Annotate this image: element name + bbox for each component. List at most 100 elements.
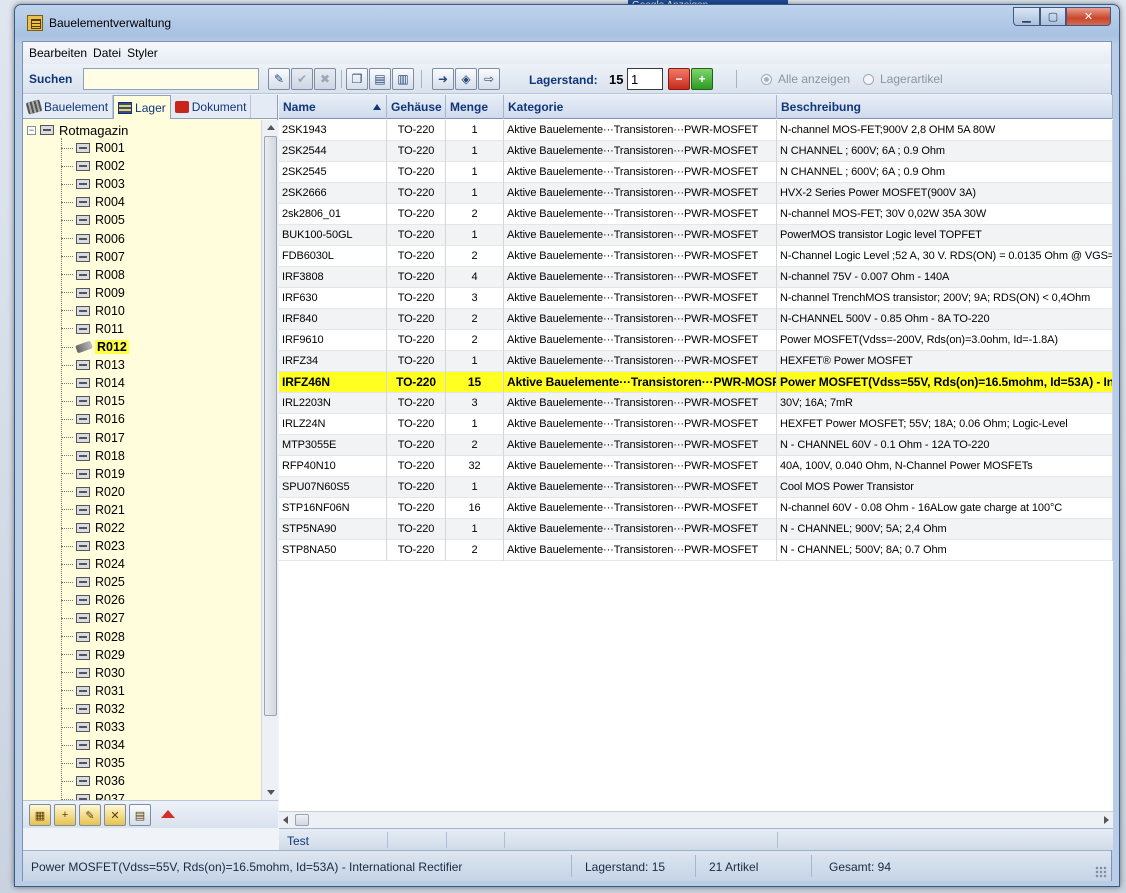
table-row[interactable]: 2SK2545 TO-220 1 Aktive Bauelemente···Trans…	[279, 162, 1113, 183]
table-row[interactable]: STP5NA90 TO-220 1 Aktive Bauelemente···Tran…	[279, 519, 1113, 540]
move-to-stock-icon[interactable]: ⇨	[478, 68, 500, 90]
table-row[interactable]: IRL2203N TO-220 3 Aktive Bauelemente···Tran…	[279, 393, 1113, 414]
table-row[interactable]: IRFZ34 TO-220 1 Aktive Bauelemente···Transi…	[279, 351, 1113, 372]
table-row[interactable]: SPU07N60S5 TO-220 1 Aktive Bauelemente···Tr…	[279, 477, 1113, 498]
tree-item-r012[interactable]: R012	[61, 338, 129, 356]
radio-stock-items[interactable]	[863, 74, 874, 85]
menu-bearbeiten[interactable]: Bearbeiten	[29, 46, 87, 60]
column-header-beschreibung[interactable]: Beschreibung	[777, 95, 1113, 119]
menu-styler[interactable]: Styler	[127, 46, 158, 60]
table-row[interactable]: BUK100-50GL TO-220 1 Aktive Bauelemente···T…	[279, 225, 1113, 246]
tree-item-r006[interactable]: R006	[61, 229, 129, 247]
tree-item-r016[interactable]: R016	[61, 410, 129, 428]
column-header-gehaeuse[interactable]: Gehäuse	[387, 95, 446, 119]
scroll-right-icon[interactable]	[1104, 816, 1109, 824]
table-row[interactable]: STP8NA50 TO-220 2 Aktive Bauelemente···Tran…	[279, 540, 1113, 561]
tree-item-r005[interactable]: R005	[61, 211, 129, 229]
add-folder-icon[interactable]: +	[54, 804, 76, 826]
scroll-down-icon[interactable]	[267, 790, 275, 795]
grid-horizontal-scrollbar[interactable]	[279, 811, 1113, 828]
tree-item-r027[interactable]: R027	[61, 609, 129, 627]
table-row[interactable]: FDB6030L TO-220 2 Aktive Bauelemente···Tran…	[279, 246, 1113, 267]
table-row[interactable]: 2SK1943 TO-220 1 Aktive Bauelemente···Trans…	[279, 120, 1113, 141]
tree-root[interactable]: − Rotmagazin	[27, 121, 128, 139]
table-row[interactable]: 2SK2544 TO-220 1 Aktive Bauelemente···Trans…	[279, 141, 1113, 162]
stock-amount-input[interactable]	[627, 68, 663, 90]
tree-item-r034[interactable]: R034	[61, 736, 129, 754]
tree-view-icon[interactable]: ▦	[29, 804, 51, 826]
table-row[interactable]: IRLZ24N TO-220 1 Aktive Bauelemente···Trans…	[279, 414, 1113, 435]
table-row[interactable]: MTP3055E TO-220 2 Aktive Bauelemente···Tran…	[279, 435, 1113, 456]
tree-item-r018[interactable]: R018	[61, 447, 129, 465]
edit-folder-icon[interactable]: ✎	[79, 804, 101, 826]
edit-icon[interactable]: ✎	[268, 68, 290, 90]
tree-item-r020[interactable]: R020	[61, 483, 129, 501]
column-header-menge[interactable]: Menge	[446, 95, 504, 119]
tree-item-r037[interactable]: R037	[61, 790, 129, 800]
tab-lager[interactable]: Lager	[113, 95, 171, 119]
tree-item-r032[interactable]: R032	[61, 700, 129, 718]
scroll-up-icon[interactable]	[267, 125, 275, 130]
tree-item-r011[interactable]: R011	[61, 320, 129, 338]
shelf-tool-icon[interactable]: ▤	[129, 804, 151, 826]
export-icon[interactable]: ▤	[369, 68, 391, 90]
tree-item-r003[interactable]: R003	[61, 175, 129, 193]
move-up-icon[interactable]	[161, 810, 175, 818]
tree-item-r004[interactable]: R004	[61, 193, 129, 211]
table-row[interactable]: 2SK2666 TO-220 1 Aktive Bauelemente···Trans…	[279, 183, 1113, 204]
tree-item-r029[interactable]: R029	[61, 646, 129, 664]
tree-item-r009[interactable]: R009	[61, 284, 129, 302]
tree-item-r001[interactable]: R001	[61, 139, 129, 157]
tree-scroll-thumb[interactable]	[264, 136, 277, 716]
title-bar[interactable]: Bauelementverwaltung ▁ ▢ ✕	[15, 5, 1119, 41]
increase-stock-button[interactable]: +	[691, 68, 713, 90]
tree-item-r014[interactable]: R014	[61, 374, 129, 392]
import-icon[interactable]: ▥	[392, 68, 414, 90]
table-row[interactable]: IRF840 TO-220 2 Aktive Bauelemente···Transi…	[279, 309, 1113, 330]
tree-item-r007[interactable]: R007	[61, 248, 129, 266]
column-header-name[interactable]: Name	[279, 95, 387, 119]
tree-item-r036[interactable]: R036	[61, 772, 129, 790]
collapse-icon[interactable]: −	[27, 125, 36, 135]
table-row[interactable]: IRF9610 TO-220 2 Aktive Bauelemente···Trans…	[279, 330, 1113, 351]
tree-item-r024[interactable]: R024	[61, 555, 129, 573]
resize-grip-icon[interactable]	[1095, 866, 1107, 878]
table-row[interactable]: IRF630 TO-220 3 Aktive Bauelemente···Transi…	[279, 288, 1113, 309]
radio-show-all-label[interactable]: Alle anzeigen	[778, 72, 850, 86]
tree-item-r015[interactable]: R015	[61, 392, 129, 410]
tree-item-r013[interactable]: R013	[61, 356, 129, 374]
tree-item-r026[interactable]: R026	[61, 591, 129, 609]
decrease-stock-button[interactable]: −	[668, 68, 690, 90]
copy-icon[interactable]: ❐	[346, 68, 368, 90]
tree-item-r019[interactable]: R019	[61, 465, 129, 483]
document-arrow-icon[interactable]: ➜	[432, 68, 454, 90]
tree-item-r025[interactable]: R025	[61, 573, 129, 591]
confirm-icon[interactable]: ✔	[291, 68, 313, 90]
tab-dokument[interactable]: Dokument	[171, 95, 252, 118]
tree-item-r022[interactable]: R022	[61, 519, 129, 537]
menu-datei[interactable]: Datei	[93, 46, 121, 60]
tree-item-r010[interactable]: R010	[61, 302, 129, 320]
cancel-icon[interactable]: ✖	[314, 68, 336, 90]
table-row[interactable]: RFP40N10 TO-220 32 Aktive Bauelemente···Tra…	[279, 456, 1113, 477]
tree-item-r035[interactable]: R035	[61, 754, 129, 772]
table-row[interactable]: STP16NF06N TO-220 16 Aktive Bauelemente···T…	[279, 498, 1113, 519]
table-row[interactable]: 2sk2806_01 TO-220 2 Aktive Bauelemente···Tr…	[279, 204, 1113, 225]
scroll-left-icon[interactable]	[283, 816, 288, 824]
tree-item-r031[interactable]: R031	[61, 682, 129, 700]
delete-folder-icon[interactable]: ✕	[104, 804, 126, 826]
tree-item-r017[interactable]: R017	[61, 429, 129, 447]
minimize-button[interactable]: ▁	[1013, 7, 1040, 26]
tree-item-r008[interactable]: R008	[61, 266, 129, 284]
tree-item-r030[interactable]: R030	[61, 664, 129, 682]
radio-show-all[interactable]	[761, 74, 772, 85]
radio-stock-items-label[interactable]: Lagerartikel	[880, 72, 943, 86]
tree-item-r021[interactable]: R021	[61, 501, 129, 519]
tree-item-r023[interactable]: R023	[61, 537, 129, 555]
close-button[interactable]: ✕	[1066, 7, 1111, 26]
table-row[interactable]: IRFZ46N TO-220 15 Aktive Bauelemente···Tran…	[279, 372, 1113, 393]
table-row[interactable]: IRF3808 TO-220 4 Aktive Bauelemente···Trans…	[279, 267, 1113, 288]
tree-item-r033[interactable]: R033	[61, 718, 129, 736]
search-input[interactable]	[83, 68, 259, 90]
column-header-kategorie[interactable]: Kategorie	[504, 95, 777, 119]
